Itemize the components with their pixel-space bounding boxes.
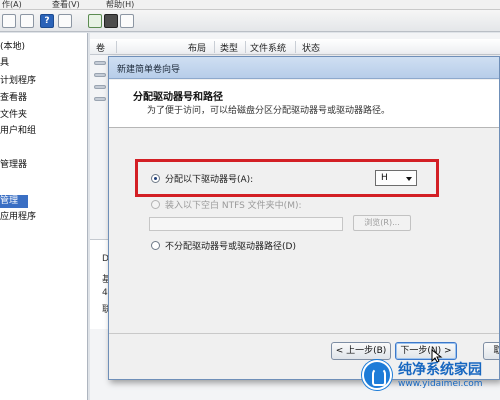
dialog-title: 新建简单卷向导	[117, 65, 181, 75]
menu-bar: 作(A) 查看(V) 帮助(H)	[0, 0, 500, 10]
tree-item-selected[interactable]: 管理	[0, 195, 29, 208]
volume-icon[interactable]	[94, 73, 106, 77]
column-volume[interactable]: 卷	[96, 41, 105, 54]
tree-item[interactable]: 应用程序	[0, 211, 36, 224]
column-status[interactable]: 状态	[302, 41, 320, 54]
no-letter-radio[interactable]	[151, 241, 160, 250]
site-logo-icon	[362, 360, 392, 390]
column-filesystem[interactable]: 文件系统	[250, 41, 286, 54]
drive-letter-value: H	[381, 173, 388, 183]
tree-item[interactable]: (本地)	[0, 41, 25, 54]
no-letter-label[interactable]: 不分配驱动器号或驱动器路径(D)	[165, 239, 296, 252]
list-header: 卷 布局 类型 文件系统 状态	[90, 39, 500, 55]
assign-letter-radio[interactable]	[151, 174, 160, 183]
wizard-step-subtitle: 为了便于访问，可以给磁盘分区分配驱动器号或驱动器路径。	[147, 106, 391, 116]
footer-divider	[109, 333, 499, 334]
column-layout[interactable]: 布局	[188, 41, 206, 54]
tree-item[interactable]: 管理器	[0, 159, 27, 172]
console-tree: (本地) 具 计划程序 查看器 文件夹 用户和组 管理器 管理 应用程序	[0, 33, 88, 400]
volume-icon[interactable]	[94, 61, 106, 65]
disk-icon[interactable]	[104, 14, 118, 28]
mount-folder-radio[interactable]	[151, 200, 160, 209]
help-icon[interactable]: ?	[40, 14, 54, 28]
watermark-url: www.yidaimei.com	[398, 379, 483, 389]
wizard-step-title: 分配驱动器号和路径	[133, 92, 223, 103]
toolbar: ?	[0, 10, 500, 32]
watermark-name: 纯净系统家园	[398, 362, 482, 378]
mount-folder-label[interactable]: 装入以下空白 NTFS 文件夹中(M):	[165, 198, 302, 211]
column-type[interactable]: 类型	[220, 41, 238, 54]
dialog-title-bar[interactable]: 新建简单卷向导	[109, 57, 499, 79]
properties-icon[interactable]	[58, 14, 72, 28]
refresh-icon[interactable]	[88, 14, 102, 28]
chevron-down-icon	[406, 177, 412, 181]
new-simple-volume-wizard: 新建简单卷向导 分配驱动器号和路径 为了便于访问，可以给磁盘分区分配驱动器号或驱…	[108, 56, 500, 380]
menu-action[interactable]: 作(A)	[2, 0, 22, 10]
tree-item[interactable]: 文件夹	[0, 109, 27, 122]
disk-label-fragment: 4	[102, 288, 108, 298]
tree-item[interactable]: 计划程序	[0, 75, 36, 88]
toolbar-left-button[interactable]	[2, 14, 16, 28]
grid-icon[interactable]	[120, 14, 134, 28]
wizard-header: 分配驱动器号和路径 为了便于访问，可以给磁盘分区分配驱动器号或驱动器路径。	[109, 80, 499, 128]
volume-icon[interactable]	[94, 85, 106, 89]
browse-button[interactable]: 浏览(R)...	[353, 215, 411, 231]
menu-view[interactable]: 查看(V)	[52, 0, 80, 10]
assign-letter-label[interactable]: 分配以下驱动器号(A):	[165, 172, 253, 185]
tree-item[interactable]: 查看器	[0, 92, 27, 105]
drive-letter-select[interactable]: H	[375, 170, 417, 186]
tree-item[interactable]: 用户和组	[0, 125, 36, 138]
folder-path-input[interactable]	[149, 217, 343, 231]
watermark: 纯净系统家园 www.yidaimei.com	[362, 356, 498, 396]
volume-icon[interactable]	[94, 97, 106, 101]
tree-item[interactable]: 具	[0, 57, 9, 70]
toolbar-panel-button[interactable]	[20, 14, 34, 28]
menu-help[interactable]: 帮助(H)	[106, 0, 134, 10]
